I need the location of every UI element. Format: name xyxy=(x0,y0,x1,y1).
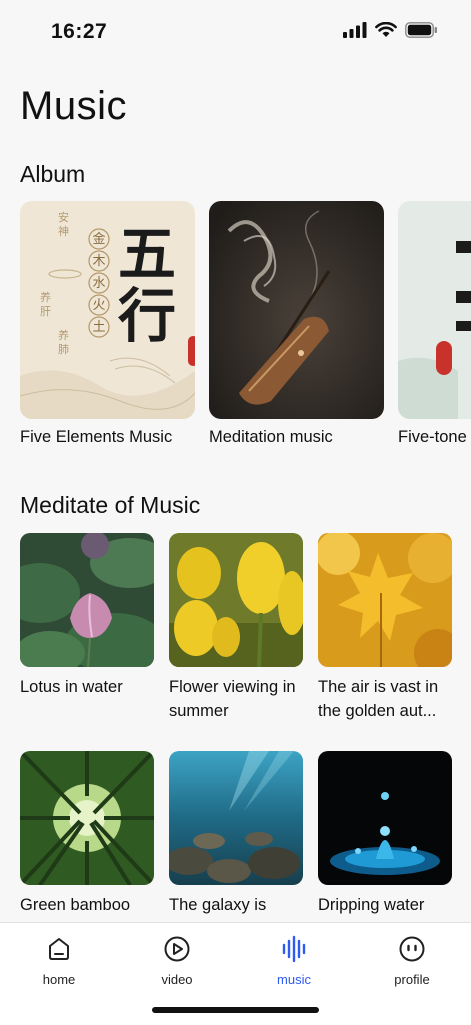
meditate-thumb-golden-autumn xyxy=(318,533,452,667)
sound-wave-icon xyxy=(282,935,306,963)
album-card-meditation[interactable]: Meditation music xyxy=(209,201,384,447)
battery-icon xyxy=(405,22,437,38)
meditate-thumb-flower xyxy=(169,533,303,667)
status-icons xyxy=(343,22,438,38)
tab-music[interactable]: music xyxy=(254,935,334,987)
status-time: 16:27 xyxy=(51,20,108,43)
album-label: Five-tone xyxy=(398,428,467,446)
album-card-five-elements[interactable]: 金 木 水 火 土 安神 养肝 养肺 五 行 Five Elements Mus… xyxy=(20,201,195,447)
meditate-label: The air is vast in the golden aut... xyxy=(318,678,439,720)
page-title: Music xyxy=(20,84,127,128)
meditate-label: Dripping water xyxy=(318,896,425,914)
meditate-grid[interactable]: Lotus in water Flower viewing in summer xyxy=(20,533,471,923)
meditate-card-flower[interactable]: Flower viewing in summer xyxy=(169,533,303,723)
tab-music-label: music xyxy=(277,972,311,987)
home-icon xyxy=(49,938,69,960)
album-label: Meditation music xyxy=(209,428,333,446)
album-carousel[interactable]: 金 木 水 火 土 安神 养肝 养肺 五 行 Five Elements Mus… xyxy=(20,201,471,461)
element-wood: 木 xyxy=(92,254,106,269)
cover-side-text-1: 安神 xyxy=(58,211,69,238)
tab-home-label: home xyxy=(42,972,76,987)
signal-icon xyxy=(343,22,367,38)
cover-side-text-3: 养肺 xyxy=(58,329,69,356)
meditate-card-dripping-water[interactable]: Dripping water xyxy=(318,751,452,917)
album-card-five-tone[interactable]: Five-tone xyxy=(398,201,471,447)
meditate-card-lotus[interactable]: Lotus in water xyxy=(20,533,154,699)
play-circle-icon xyxy=(164,936,190,962)
album-label: Five Elements Music xyxy=(20,428,173,446)
meditate-section-title: Meditate of Music xyxy=(20,492,201,518)
cover-title-char-1: 五 xyxy=(118,220,177,288)
cover-title-char-2: 行 xyxy=(118,282,177,350)
tab-profile-label: profile xyxy=(394,972,430,987)
cover-side-text-2: 养肝 xyxy=(40,291,51,318)
meditate-label: Flower viewing in summer xyxy=(169,678,296,720)
status-bar: 16:27 xyxy=(0,0,471,62)
meditate-thumb-bamboo xyxy=(20,751,154,885)
tab-video[interactable]: video xyxy=(137,935,217,987)
home-indicator[interactable] xyxy=(152,1007,319,1013)
meditate-label: Green bamboo xyxy=(20,896,131,914)
meditate-card-galaxy[interactable]: The galaxy is xyxy=(169,751,303,917)
wifi-icon xyxy=(375,22,397,37)
meditate-thumb-lotus xyxy=(20,533,154,667)
meditate-thumb-dripping-water xyxy=(318,751,452,885)
element-fire: 火 xyxy=(92,298,106,313)
tab-profile[interactable]: profile xyxy=(372,935,452,987)
tab-home[interactable]: home xyxy=(19,935,99,987)
album-cover-meditation xyxy=(209,201,384,419)
tab-video-label: video xyxy=(161,972,193,987)
element-water: 水 xyxy=(92,276,106,291)
meditate-card-bamboo[interactable]: Green bamboo xyxy=(20,751,154,917)
album-section-title: Album xyxy=(20,161,86,187)
element-gold: 金 xyxy=(92,232,106,247)
meditate-thumb-galaxy xyxy=(169,751,303,885)
meditate-label: Lotus in water xyxy=(20,678,123,696)
meditate-label: The galaxy is xyxy=(169,896,267,914)
album-cover-five-elements: 金 木 水 火 土 安神 养肝 养肺 五 行 xyxy=(20,201,195,419)
element-earth: 土 xyxy=(92,320,106,335)
meditate-card-golden-autumn[interactable]: The air is vast in the golden aut... xyxy=(318,533,452,723)
face-icon xyxy=(399,936,425,962)
album-cover-five-tone xyxy=(398,201,471,419)
